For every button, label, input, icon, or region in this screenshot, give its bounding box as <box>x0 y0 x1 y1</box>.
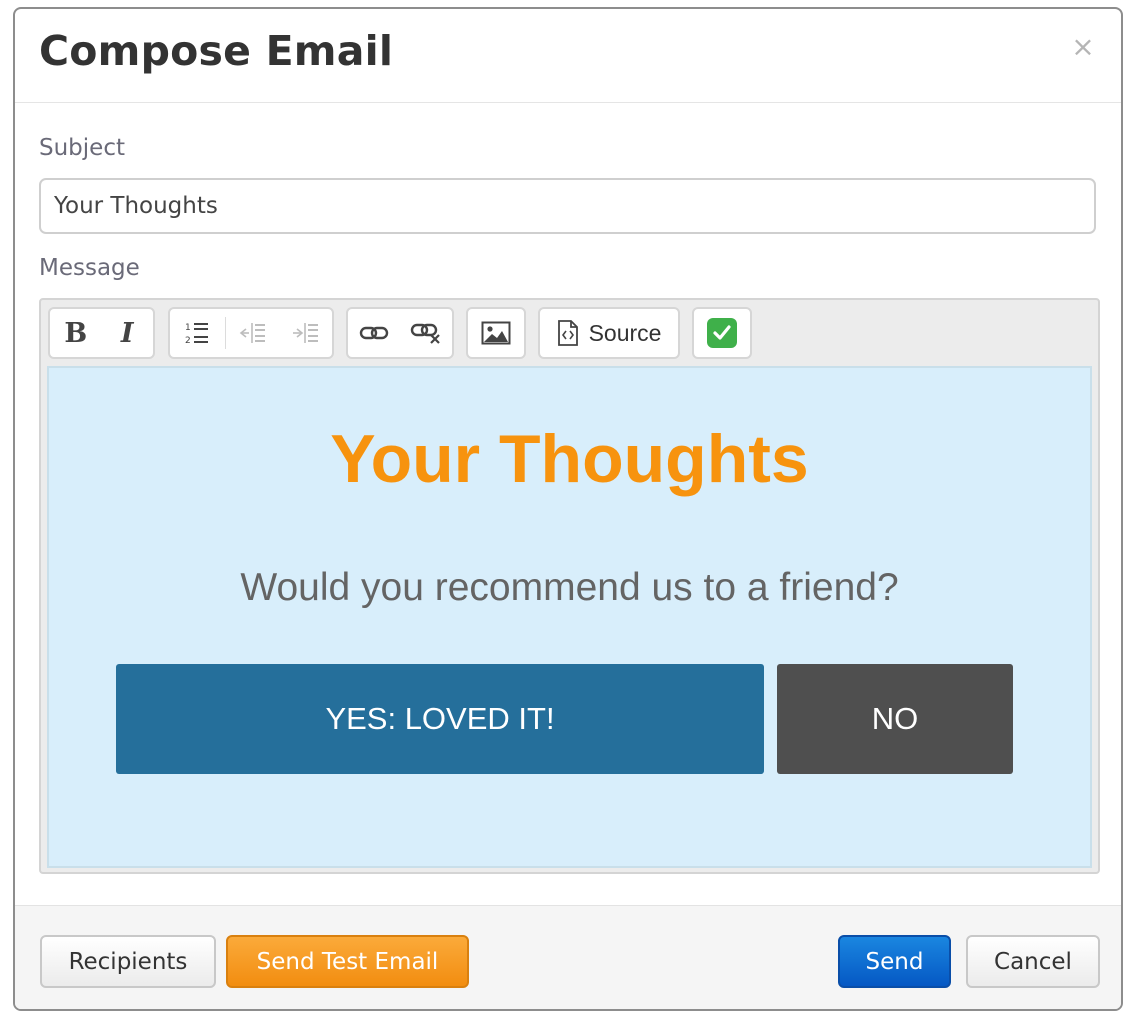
indent-button[interactable] <box>279 309 332 357</box>
email-heading: Your Thoughts <box>330 421 809 497</box>
italic-button[interactable]: I <box>102 309 154 357</box>
no-button[interactable]: NO <box>777 664 1013 774</box>
source-button[interactable]: Source <box>540 309 678 357</box>
source-icon <box>557 320 578 346</box>
link-icon <box>359 326 389 340</box>
subject-input[interactable] <box>39 178 1096 234</box>
editor-toolbar: B I 1 2 Source <box>41 300 1098 366</box>
image-group <box>466 307 526 359</box>
checkmark-icon <box>707 318 737 348</box>
numbered-list-icon: 1 2 <box>185 323 209 346</box>
svg-text:1: 1 <box>185 323 191 333</box>
close-icon[interactable]: × <box>1069 33 1097 61</box>
checkmark-group <box>692 307 752 359</box>
image-button[interactable] <box>468 309 524 357</box>
outdent-icon <box>240 323 266 343</box>
message-label: Message <box>39 255 140 281</box>
dialog-footer: Recipients Send Test Email Send Cancel <box>15 905 1121 1009</box>
format-group: B I <box>48 307 155 359</box>
subject-label: Subject <box>39 135 125 161</box>
italic-icon: I <box>120 317 134 349</box>
message-body[interactable]: Your Thoughts Would you recommend us to … <box>47 366 1092 868</box>
recipients-button[interactable]: Recipients <box>40 935 216 988</box>
cancel-button[interactable]: Cancel <box>966 935 1100 988</box>
unlink-icon <box>410 323 440 344</box>
svg-text:2: 2 <box>185 336 191 346</box>
image-icon <box>481 321 511 345</box>
bold-icon: B <box>64 317 88 349</box>
outdent-button[interactable] <box>226 309 279 357</box>
source-label: Source <box>588 319 662 346</box>
send-button[interactable]: Send <box>838 935 951 988</box>
dialog-title: Compose Email <box>39 27 394 75</box>
send-test-email-button[interactable]: Send Test Email <box>226 935 469 988</box>
compose-email-dialog: Compose Email × Subject Message B I 1 2 <box>13 7 1123 1011</box>
indent-icon <box>293 323 319 343</box>
link-button[interactable] <box>348 309 400 357</box>
unlink-button[interactable] <box>400 309 452 357</box>
numbered-list-button[interactable]: 1 2 <box>170 309 225 357</box>
message-editor: B I 1 2 Source Your Thoughts Would you r… <box>39 298 1100 874</box>
yes-button[interactable]: YES: LOVED IT! <box>116 664 764 774</box>
list-group: 1 2 <box>168 307 334 359</box>
checkmark-button[interactable] <box>694 309 750 357</box>
source-group: Source <box>538 307 680 359</box>
dialog-header: Compose Email × <box>15 9 1121 103</box>
bold-button[interactable]: B <box>50 309 102 357</box>
email-question: Would you recommend us to a friend? <box>240 566 899 609</box>
link-group <box>346 307 454 359</box>
